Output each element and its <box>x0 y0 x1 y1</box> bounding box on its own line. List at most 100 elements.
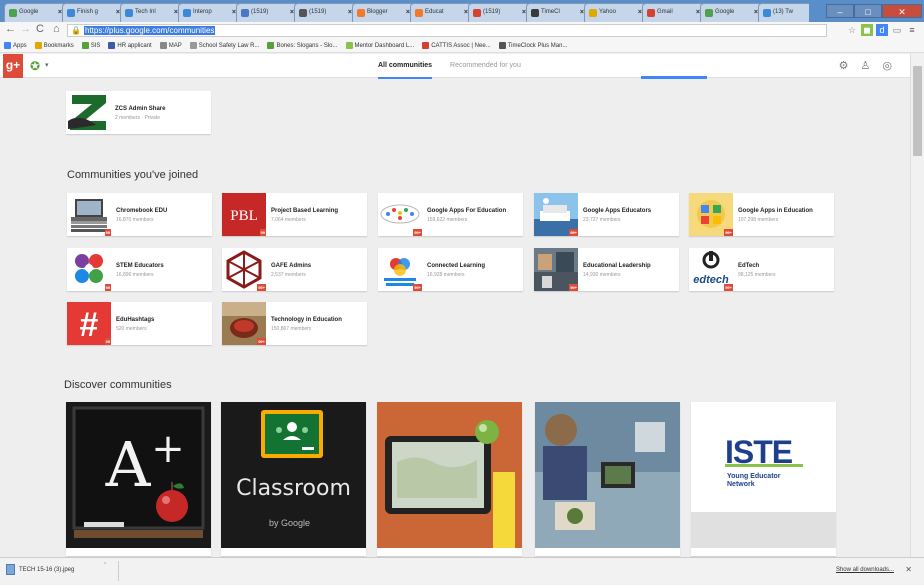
browser-tab[interactable]: Google × <box>700 3 762 22</box>
community-card[interactable]: 99+ Technology in Education 150,867 member… <box>222 302 367 345</box>
bookmark-label: CATTIS Assoc | Nee... <box>431 43 491 49</box>
tab-recommended[interactable]: Recommended for you <box>450 54 521 78</box>
bookmark-item[interactable]: MAP <box>159 39 182 52</box>
chevron-up-icon[interactable]: ˆ <box>104 563 106 570</box>
discover-community-card[interactable] <box>535 402 680 556</box>
back-icon[interactable]: ← <box>5 23 16 35</box>
browser-tab[interactable]: Gmail × <box>642 3 704 22</box>
community-thumbnail: 99+ <box>534 193 578 236</box>
download-item[interactable]: TECH 15-16 (3).jpeg <box>6 564 74 575</box>
favicon-icon <box>415 8 423 17</box>
browser-tab[interactable]: Finish g × <box>62 3 124 22</box>
browser-tab[interactable]: Tech Inl × <box>120 3 182 22</box>
browser-tab[interactable]: (1519) × <box>236 3 298 22</box>
show-all-downloads-link[interactable]: Show all downloads... <box>836 567 894 573</box>
bookmark-item[interactable]: HR applicant <box>108 39 152 52</box>
address-bar[interactable]: 🔒 https://plus.google.com/communities <box>67 24 827 37</box>
browser-tab[interactable]: Yahoo × <box>584 3 646 22</box>
browser-tab[interactable]: (1519) × <box>294 3 356 22</box>
community-name: Connected Learning <box>427 263 486 269</box>
svg-text:#: # <box>80 306 99 344</box>
bookmark-icon <box>34 41 42 49</box>
extension-icon[interactable]: d <box>876 24 888 36</box>
close-icon[interactable]: ✕ <box>905 565 912 574</box>
cast-icon[interactable]: ▭ <box>891 24 903 36</box>
joined-section-title: Communities you've joined <box>67 169 199 181</box>
community-card[interactable]: 99+ Google Apps Educators 23,727 members <box>534 193 679 236</box>
community-card[interactable]: 99+ Google Apps For Education 159,622 memb… <box>378 193 523 236</box>
community-card[interactable]: PBL 99 Project Based Learning 7,064 members <box>222 193 367 236</box>
tab-title: Google <box>715 9 735 15</box>
minimize-button[interactable]: – <box>826 4 854 18</box>
cover-title: Classroom <box>236 476 351 501</box>
community-card[interactable]: 99+ Connected Learning 16,928 members <box>378 248 523 291</box>
maximize-button[interactable]: □ <box>854 4 882 18</box>
community-members: 16,896 members <box>116 272 154 278</box>
close-window-button[interactable]: ✕ <box>882 4 922 18</box>
url-text: https://plus.google.com/communities <box>84 26 216 35</box>
gplus-header: g+ ✪ ▾ All communities Recommended for y… <box>0 54 910 79</box>
discover-community-card[interactable]: Classroom by Google <box>221 402 366 556</box>
community-members: 107,298 members <box>738 217 779 223</box>
tab-title: Google <box>19 9 39 15</box>
browser-tab[interactable]: (13) Tw× <box>758 3 809 22</box>
favicon-icon <box>763 8 771 17</box>
community-card[interactable]: #39 EduHashtags 520 members <box>67 302 212 345</box>
reload-icon[interactable]: C <box>36 23 44 35</box>
forward-icon[interactable]: → <box>20 23 31 35</box>
info-icon[interactable]: ◎ <box>882 60 892 72</box>
browser-tab[interactable]: Educat × <box>410 3 472 22</box>
page-scrollbar[interactable] <box>910 54 924 557</box>
browser-tab[interactable]: Google × <box>4 3 66 22</box>
chevron-down-icon[interactable]: ▾ <box>45 61 49 69</box>
discover-community-card[interactable]: A + <box>66 402 211 556</box>
favicon-icon <box>125 8 133 17</box>
community-card[interactable]: 99+ Educational Leadership 14,930 members <box>534 248 679 291</box>
favicon-icon <box>705 8 713 17</box>
browser-tab[interactable]: (1519) × <box>468 3 530 22</box>
home-icon[interactable]: ⌂ <box>53 23 60 35</box>
bookmark-item[interactable]: SIS <box>81 39 100 52</box>
discover-community-card[interactable] <box>377 402 522 556</box>
menu-icon[interactable]: ≡ <box>906 24 918 36</box>
browser-tab[interactable]: Blogger × <box>352 3 414 22</box>
community-card[interactable]: ZCS Admin Share 2 members · Private <box>66 91 211 134</box>
discover-community-card[interactable]: ISTE Young Educator Network <box>691 402 836 556</box>
scroll-thumb[interactable] <box>913 66 922 156</box>
bookmark-label: Bones: Slogans - Slo... <box>276 43 338 49</box>
bookmark-icon <box>159 41 167 49</box>
browser-tab[interactable]: TimeCl × <box>526 3 588 22</box>
community-name: Project Based Learning <box>271 208 339 214</box>
bookmark-item[interactable]: Apps <box>4 39 27 52</box>
extension-icon[interactable]: ◼ <box>861 24 873 36</box>
bookmark-item[interactable]: Mentor Dashboard L... <box>345 39 414 52</box>
browser-tab[interactable]: Interop × <box>178 3 240 22</box>
notifications-icon[interactable]: ♙ <box>861 60 871 72</box>
community-card[interactable]: 99 STEM Educators 16,896 members <box>67 248 212 291</box>
tab-all-communities[interactable]: All communities <box>378 55 433 79</box>
community-thumbnail: edtech 99+ <box>689 248 733 291</box>
bookmark-item[interactable]: School Safety Law R... <box>189 39 259 52</box>
bookmark-item[interactable]: CATTIS Assoc | Nee... <box>422 39 491 52</box>
community-card[interactable]: 99+ Google Apps in Education 107,298 membe… <box>689 193 834 236</box>
favicon-icon <box>241 8 249 17</box>
bookmark-icon <box>189 41 197 49</box>
bookmark-icon <box>108 41 116 49</box>
community-card[interactable]: 99+ GAFE Admins 2,537 members <box>222 248 367 291</box>
header-actions: ⚙ ♙ ◎ <box>827 59 892 72</box>
star-icon[interactable]: ☆ <box>846 24 858 36</box>
gplus-logo[interactable]: g+ <box>3 54 23 78</box>
community-card[interactable]: edtech 99+ EdTech 98,125 members <box>689 248 834 291</box>
browser-tab-strip: Google × Finish g × Tech Inl × Interop × (1519) ×… <box>0 0 924 22</box>
community-card[interactable]: 99 Chromebook EDU 16,870 members <box>67 193 212 236</box>
bookmark-item[interactable]: TimeClock Plus Man... <box>498 39 567 52</box>
home-menu-icon[interactable]: ✪ <box>30 59 40 73</box>
gear-icon[interactable]: ⚙ <box>839 60 849 72</box>
community-name: ZCS Admin Share <box>115 106 166 112</box>
divider <box>725 464 803 467</box>
svg-text:PBL: PBL <box>230 208 258 224</box>
tab-title: (1519) <box>309 9 327 15</box>
bookmark-item[interactable]: Bookmarks <box>34 39 74 52</box>
community-name: Google Apps For Education <box>427 208 507 214</box>
bookmark-item[interactable]: Bones: Slogans - Slo... <box>267 39 338 52</box>
